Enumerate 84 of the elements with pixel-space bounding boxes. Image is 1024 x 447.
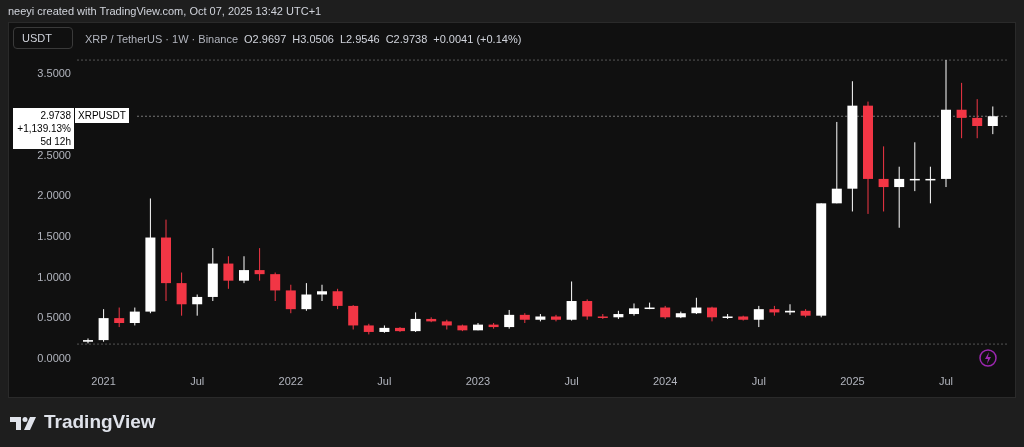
axis-label: 2021 bbox=[91, 375, 116, 387]
candlestick bbox=[535, 313, 546, 322]
candlestick bbox=[566, 281, 577, 322]
candlestick bbox=[285, 284, 296, 314]
candlestick bbox=[379, 324, 390, 334]
ohlc-value: C2.9738 bbox=[385, 32, 428, 47]
ohlc-value: H3.0506 bbox=[292, 32, 334, 47]
axis-label: Jul bbox=[377, 375, 392, 387]
candlestick bbox=[410, 311, 421, 333]
candlestick bbox=[317, 284, 327, 302]
candlestick bbox=[223, 255, 234, 290]
candlestick bbox=[582, 298, 593, 321]
candlestick bbox=[894, 166, 905, 229]
candlestick bbox=[192, 294, 203, 317]
axis-label: 1.5000 bbox=[37, 229, 71, 242]
candlestick bbox=[129, 307, 140, 326]
candlestick bbox=[239, 255, 249, 284]
candlestick bbox=[644, 302, 655, 310]
candlestick bbox=[363, 323, 374, 335]
candlestick bbox=[83, 337, 93, 344]
axis-label: 0.5000 bbox=[37, 311, 71, 324]
axis-label: 0.0000 bbox=[37, 352, 71, 364]
axis-label: Jul bbox=[190, 375, 205, 387]
ohlc-value: O2.9697 bbox=[244, 32, 287, 47]
currency-selector[interactable]: USDT bbox=[13, 27, 73, 49]
candlestick bbox=[738, 315, 749, 322]
candlestick bbox=[987, 105, 998, 135]
candlestick bbox=[956, 82, 967, 139]
axis-label: 1.0000 bbox=[37, 270, 71, 283]
percent-change: +1,139.13% bbox=[16, 122, 71, 136]
axis-label: 2.0000 bbox=[37, 189, 71, 202]
candlestick bbox=[348, 304, 359, 330]
axis-label: Jul bbox=[938, 375, 954, 387]
candlestick bbox=[675, 311, 686, 319]
axis-label: Jul bbox=[564, 375, 579, 387]
candlestick bbox=[878, 145, 889, 212]
candlestick bbox=[301, 282, 312, 312]
axis-label: 2024 bbox=[652, 375, 678, 387]
candlestick bbox=[785, 303, 795, 316]
candlestick bbox=[707, 306, 717, 322]
candlestick bbox=[769, 305, 780, 317]
candlestick bbox=[332, 288, 343, 310]
symbol-info: XRP / TetherUS · 1W · Binance bbox=[85, 32, 239, 47]
candlestick bbox=[691, 297, 702, 315]
candlestick bbox=[98, 308, 109, 343]
candlestick bbox=[254, 247, 265, 282]
ticker-tag: XRPUSDT bbox=[75, 108, 129, 124]
candlestick bbox=[519, 312, 530, 324]
bar-countdown: 5d 12h bbox=[39, 135, 71, 149]
candlestick bbox=[176, 272, 187, 317]
candlestick bbox=[551, 314, 561, 322]
candlestick bbox=[753, 305, 764, 328]
axis-label: 3.5000 bbox=[37, 67, 71, 80]
axis-label: 2023 bbox=[465, 375, 491, 387]
candlestick bbox=[426, 316, 437, 323]
axis-label: 2.5000 bbox=[37, 148, 71, 161]
candlestick bbox=[925, 166, 936, 204]
candlestick bbox=[629, 302, 639, 317]
candlestick bbox=[597, 313, 608, 320]
candlestick bbox=[207, 247, 218, 302]
candlestick bbox=[441, 319, 452, 330]
candlestick bbox=[909, 141, 920, 192]
axis-label: 2025 bbox=[840, 375, 865, 387]
candlestick bbox=[270, 272, 281, 302]
chart-caption: neeyi created with TradingView.com, Oct 07, 2025 13:42 UTC+1 bbox=[8, 3, 322, 19]
candlestick bbox=[473, 322, 483, 331]
candlestick bbox=[972, 98, 983, 139]
candlestick bbox=[488, 322, 499, 330]
candlestick bbox=[613, 310, 624, 320]
candlestick bbox=[660, 305, 671, 320]
candlestick bbox=[395, 326, 405, 333]
axis-label: 2022 bbox=[278, 375, 304, 387]
logo-icon bbox=[10, 414, 38, 431]
last-price: 2.9738 bbox=[39, 109, 71, 123]
candlestick bbox=[722, 313, 733, 320]
axis-label: Jul bbox=[751, 375, 766, 387]
ohlc-value: L2.9546 bbox=[339, 32, 380, 47]
brand-name: TradingView bbox=[44, 410, 156, 435]
price-change: +0.0041 (+0.14%) bbox=[433, 32, 522, 47]
lightning-icon[interactable] bbox=[979, 349, 997, 367]
candlestick bbox=[800, 308, 811, 318]
candlestick bbox=[457, 324, 468, 332]
candlestick bbox=[504, 309, 515, 330]
candlestick bbox=[114, 307, 125, 328]
